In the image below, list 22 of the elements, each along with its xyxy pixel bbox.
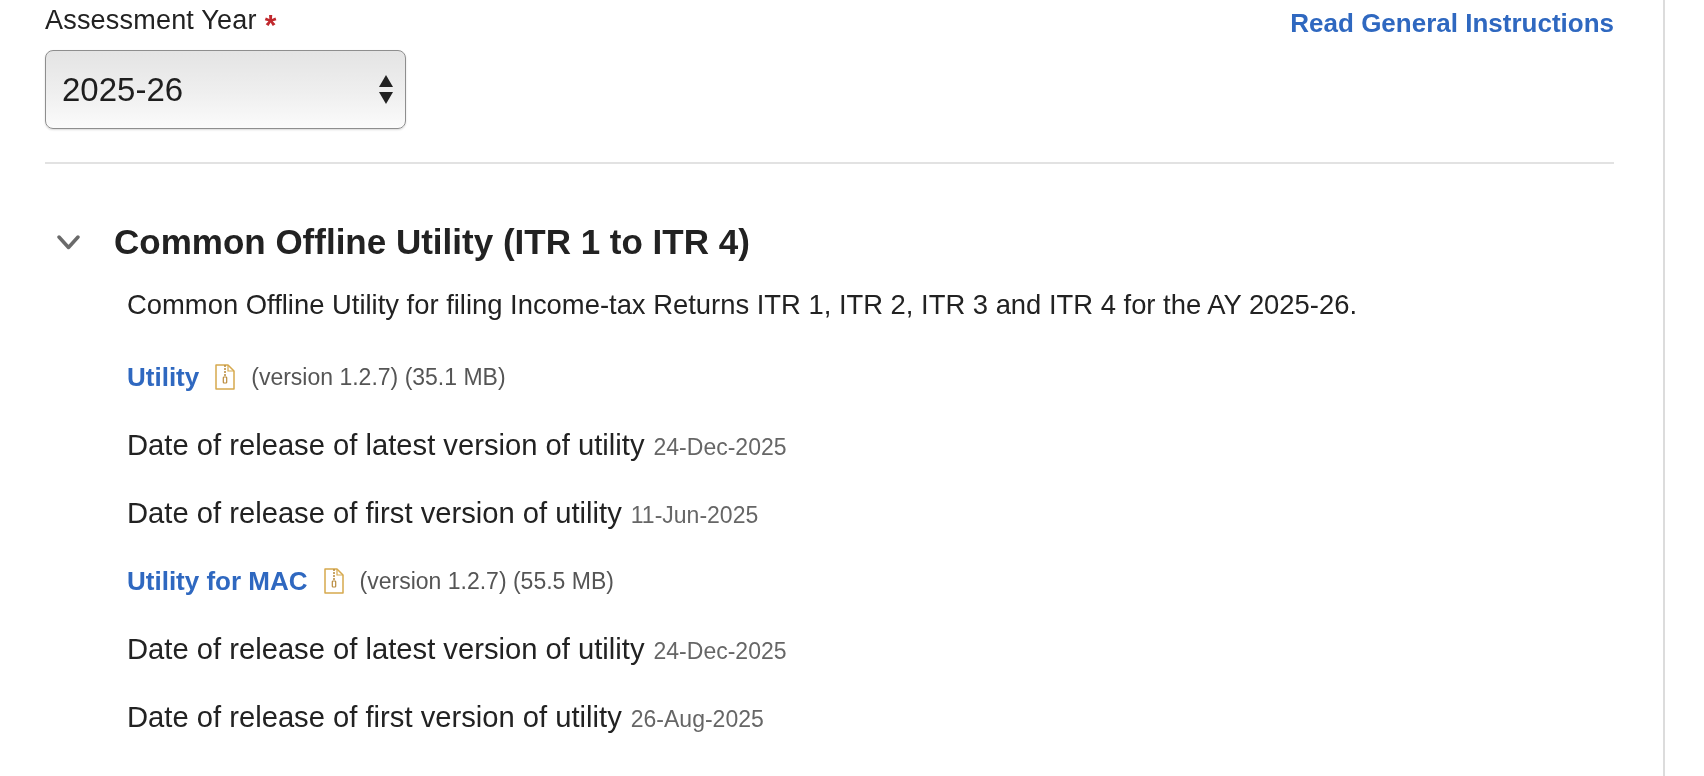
release-label: Date of release of first version of utility [127,700,622,734]
file-details: (version 1.2.7) (35.1 MB) [251,363,506,391]
download-link[interactable]: Utility [127,361,200,393]
assessment-year-select[interactable]: 2025-26 [45,50,406,129]
release-label: Date of release of first version of utility [127,496,622,530]
release-date: 24-Dec-2025 [653,433,787,462]
release-label: Date of release of latest version of utility [127,428,645,462]
download-link[interactable]: Utility for MAC [127,565,308,597]
section-title: Common Offline Utility (ITR 1 to ITR 4) [114,221,750,263]
file-details: (version 1.2.7) (55.5 MB) [359,567,614,595]
release-date: 26-Aug-2025 [630,705,764,734]
zip-file-icon [215,364,236,390]
release-label: Date of release of latest version of utility [127,632,645,666]
field-label: Assessment Year [45,4,257,36]
zip-file-icon [323,568,344,594]
up-down-arrows-icon [379,75,393,104]
release-date: 24-Dec-2025 [653,637,787,666]
instructions-link[interactable]: Read General Instructions [1290,7,1614,39]
section-description: Common Offline Utility for filing Income-tax Returns ITR 1, ITR 2, ITR 3 and ITR 4 for the AY 2025-26. [127,288,1358,322]
required-asterisk: * [264,10,277,40]
chevron-icon[interactable] [57,234,80,250]
release-date: 11-Jun-2025 [630,501,759,530]
